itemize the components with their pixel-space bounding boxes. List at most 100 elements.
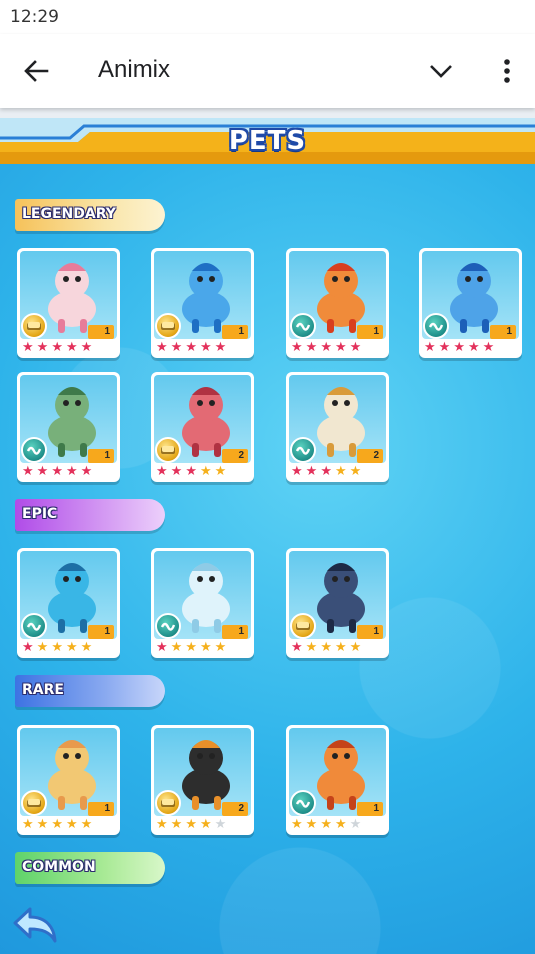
- star-icon: ★: [185, 464, 197, 479]
- star-icon: ★: [438, 340, 451, 355]
- section-epic: EPIC: [15, 499, 165, 531]
- star-icon: ★: [320, 340, 332, 355]
- level-badge: 1: [490, 325, 516, 339]
- water-badge-icon: [21, 437, 47, 463]
- star-icon: ★: [199, 817, 212, 832]
- pet-card-leaf-dragon-pet[interactable]: 1 ★ ★ ★ ★ ★: [17, 372, 120, 482]
- dropdown-button[interactable]: [424, 56, 458, 86]
- pet-card-pink-warrior-pet[interactable]: 2 ★ ★ ★ ★ ★: [151, 372, 254, 482]
- pet-picture: 1: [289, 551, 386, 639]
- star-icon: ★: [214, 817, 227, 832]
- pet-card-fire-owl-pet[interactable]: 1 ★ ★ ★ ★ ★: [286, 725, 389, 835]
- star-icon: ★: [349, 464, 362, 479]
- star-icon: ★: [305, 464, 318, 479]
- level-badge: 1: [357, 802, 383, 816]
- section-rare: RARE: [15, 675, 165, 707]
- back-button[interactable]: [20, 56, 52, 86]
- star-icon: ★: [156, 464, 168, 479]
- water-badge-icon: [290, 790, 316, 816]
- chevron-down-icon: [430, 65, 452, 78]
- game-view[interactable]: PETS LEGENDARY EPIC RARE COMMON 1 ★ ★ ★ ★ ★ 1 ★…: [0, 108, 535, 954]
- star-icon: ★: [80, 817, 93, 832]
- app-bar: Animix: [0, 34, 535, 108]
- star-icon: ★: [334, 817, 347, 832]
- star-icon: ★: [36, 640, 49, 655]
- gold-badge-icon: [155, 790, 181, 816]
- more-options-button[interactable]: [494, 54, 520, 88]
- star-icon: ★: [320, 640, 332, 655]
- star-rating: ★ ★ ★ ★ ★: [156, 641, 226, 655]
- level-badge: 2: [222, 802, 248, 816]
- star-icon: ★: [453, 340, 465, 355]
- pet-picture: 1: [289, 251, 386, 339]
- level-badge: 1: [357, 625, 383, 639]
- pet-picture: 1: [20, 375, 117, 463]
- water-badge-icon: [290, 313, 316, 339]
- star-icon: ★: [334, 340, 347, 355]
- star-icon: ★: [22, 640, 34, 655]
- level-badge: 2: [222, 449, 248, 463]
- pet-picture: 1: [20, 251, 117, 339]
- star-icon: ★: [185, 640, 197, 655]
- pet-card-blue-unicorn-pet[interactable]: 1 ★ ★ ★ ★ ★: [151, 248, 254, 358]
- pet-card-unicorn-pet[interactable]: 1 ★ ★ ★ ★ ★: [17, 248, 120, 358]
- star-rating: ★ ★ ★ ★ ★: [22, 465, 92, 479]
- pet-card-water-spirit-pet[interactable]: 1 ★ ★ ★ ★ ★: [151, 548, 254, 658]
- pet-card-fire-phoenix-pet[interactable]: 1 ★ ★ ★ ★ ★: [286, 248, 389, 358]
- arrow-left-icon: [24, 60, 49, 82]
- pet-card-tiger-panda-pet[interactable]: 2 ★ ★ ★ ★ ★: [151, 725, 254, 835]
- return-arrow-icon[interactable]: [12, 905, 58, 945]
- pet-picture: 2: [154, 375, 251, 463]
- level-badge: 1: [88, 625, 114, 639]
- star-icon: ★: [156, 340, 168, 355]
- pet-card-blue-bird-pet[interactable]: 1 ★ ★ ★ ★ ★: [419, 248, 522, 358]
- star-icon: ★: [156, 640, 168, 655]
- gold-badge-icon: [21, 313, 47, 339]
- star-icon: ★: [424, 340, 436, 355]
- level-badge: 1: [88, 325, 114, 339]
- star-icon: ★: [349, 817, 362, 832]
- star-icon: ★: [199, 464, 212, 479]
- star-icon: ★: [185, 817, 197, 832]
- pet-card-mermaid-spirit-pet[interactable]: 2 ★ ★ ★ ★ ★: [286, 372, 389, 482]
- star-icon: ★: [199, 640, 212, 655]
- star-icon: ★: [305, 640, 318, 655]
- level-badge: 2: [357, 449, 383, 463]
- level-badge: 1: [357, 325, 383, 339]
- pet-card-corgi-unicorn-pet[interactable]: 1 ★ ★ ★ ★ ★: [17, 725, 120, 835]
- star-rating: ★ ★ ★ ★ ★: [22, 641, 92, 655]
- star-icon: ★: [22, 340, 34, 355]
- star-icon: ★: [22, 464, 34, 479]
- star-icon: ★: [334, 640, 347, 655]
- star-icon: ★: [467, 340, 480, 355]
- star-rating: ★ ★ ★ ★ ★: [291, 341, 361, 355]
- star-rating: ★ ★ ★ ★ ★: [291, 818, 361, 832]
- star-icon: ★: [291, 640, 303, 655]
- star-icon: ★: [214, 340, 227, 355]
- water-badge-icon: [423, 313, 449, 339]
- pet-card-hero-pet[interactable]: 1 ★ ★ ★ ★ ★: [17, 548, 120, 658]
- star-rating: ★ ★ ★ ★ ★: [22, 341, 92, 355]
- star-icon: ★: [291, 340, 303, 355]
- star-rating: ★ ★ ★ ★ ★: [156, 341, 226, 355]
- water-badge-icon: [21, 613, 47, 639]
- pet-picture: 1: [20, 728, 117, 816]
- star-icon: ★: [170, 817, 183, 832]
- star-icon: ★: [36, 817, 49, 832]
- star-icon: ★: [51, 464, 63, 479]
- star-icon: ★: [170, 640, 183, 655]
- star-icon: ★: [349, 640, 362, 655]
- level-badge: 1: [88, 802, 114, 816]
- star-icon: ★: [305, 817, 318, 832]
- star-icon: ★: [65, 464, 78, 479]
- pet-picture: 1: [289, 728, 386, 816]
- star-icon: ★: [305, 340, 318, 355]
- star-icon: ★: [170, 464, 183, 479]
- pet-card-knight-pet[interactable]: 1 ★ ★ ★ ★ ★: [286, 548, 389, 658]
- star-icon: ★: [51, 817, 63, 832]
- level-badge: 1: [222, 325, 248, 339]
- star-icon: ★: [51, 640, 63, 655]
- star-icon: ★: [36, 464, 49, 479]
- star-rating: ★ ★ ★ ★ ★: [22, 818, 92, 832]
- gold-badge-icon: [155, 437, 181, 463]
